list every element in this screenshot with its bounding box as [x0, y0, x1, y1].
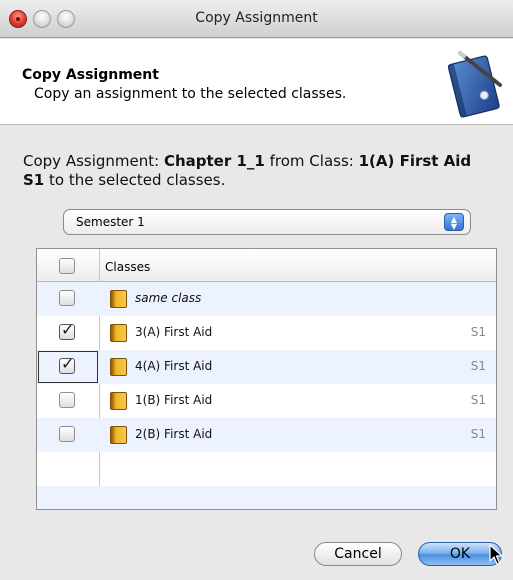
window-title: Copy Assignment [195, 10, 318, 26]
header-title: Copy Assignment [22, 67, 159, 83]
description-suffix: to the selected classes. [44, 171, 226, 189]
classes-column-header[interactable]: Classes [105, 260, 150, 274]
empty-row [37, 452, 496, 486]
table-header: Classes [37, 249, 496, 282]
row-checkbox[interactable] [59, 392, 75, 408]
table-row[interactable]: 1(B) First Aid S1 [37, 384, 496, 418]
checkmark-icon: ✓ [61, 320, 75, 339]
row-class-label: 3(A) First Aid [135, 325, 213, 339]
row-checkbox[interactable]: ✓ [59, 354, 75, 374]
table-row[interactable]: same class [37, 282, 496, 316]
semester-select[interactable]: Semester 1 ▲ ▼ [63, 209, 471, 235]
header-subtitle: Copy an assignment to the selected class… [34, 86, 347, 102]
row-class-label: 1(B) First Aid [135, 393, 213, 407]
row-class-label: 4(A) First Aid [135, 359, 213, 373]
folder-icon [110, 392, 127, 410]
row-checkbox[interactable] [59, 290, 75, 306]
folder-icon [110, 324, 127, 342]
title-bar: Copy Assignment [0, 0, 513, 38]
checkmark-icon: ✓ [61, 354, 75, 373]
assignment-name: Chapter 1_1 [163, 152, 265, 170]
row-semester: S1 [470, 359, 486, 373]
row-semester: S1 [470, 393, 486, 407]
row-semester: S1 [470, 427, 486, 441]
semester-select-value: Semester 1 [76, 215, 145, 229]
row-class-label: same class [135, 291, 202, 305]
row-checkbox[interactable] [59, 426, 75, 442]
folder-icon [110, 358, 127, 376]
notebook-pen-icon [447, 51, 502, 118]
copy-description: Copy Assignment: Chapter 1_1 from Class:… [23, 152, 493, 190]
up-down-arrows-icon: ▲ ▼ [444, 213, 464, 231]
row-class-label: 2(B) First Aid [135, 427, 213, 441]
select-all-checkbox[interactable] [59, 258, 75, 274]
description-middle: from Class: [264, 152, 359, 170]
mouse-pointer-icon [489, 544, 503, 565]
folder-icon [110, 426, 127, 444]
folder-icon [110, 290, 127, 308]
row-semester: S1 [470, 325, 486, 339]
row-checkbox[interactable]: ✓ [59, 320, 75, 340]
table-row[interactable]: ✓ 3(A) First Aid S1 [37, 316, 496, 350]
cancel-button[interactable]: Cancel [314, 542, 402, 566]
description-prefix: Copy Assignment: [23, 152, 164, 170]
classes-table: Classes same class ✓ 3(A) First Aid S1 ✓… [36, 248, 497, 510]
table-row[interactable]: 2(B) First Aid S1 [37, 418, 496, 452]
table-row[interactable]: ✓ 4(A) First Aid S1 [37, 350, 496, 384]
empty-row [37, 486, 496, 509]
dialog-header: Copy Assignment Copy an assignment to th… [0, 39, 513, 125]
